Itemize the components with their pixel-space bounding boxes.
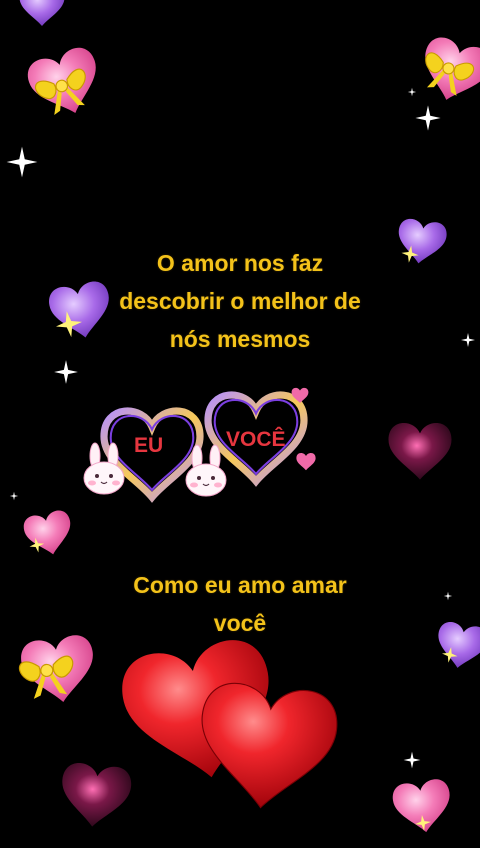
quote-top: O amor nos faz descobrir o melhor de nós… (0, 244, 480, 358)
background-scene (6, 0, 480, 837)
bunny-icon (185, 444, 227, 497)
sparkle-icon (9, 491, 19, 501)
heart-icon (57, 761, 133, 831)
heart-gift-icon (18, 633, 99, 708)
quote-top-line-2: descobrir o melhor de (119, 288, 361, 314)
sparkle-icon (403, 751, 421, 769)
frame-label-eu: EU (134, 434, 164, 457)
quote-top-line-1: O amor nos faz (156, 250, 324, 276)
heart-icon (390, 777, 455, 837)
sparkle-icon (54, 360, 78, 384)
sparkle-icon (6, 146, 38, 178)
quote-bottom-line-2: você (213, 610, 267, 636)
sparkle-icon (407, 87, 417, 97)
heart-icon (388, 423, 452, 480)
quote-bottom: Como eu amo amar você (0, 566, 480, 642)
quote-bottom-line-1: Como eu amo amar (133, 572, 347, 598)
heart-icon (21, 508, 77, 560)
heart-gift-icon (23, 43, 109, 124)
quote-top-line-3: nós mesmos (169, 326, 311, 352)
red-heart-icon (192, 678, 342, 816)
heart-icon (296, 453, 316, 471)
frame-label-voce: VOCÊ (226, 428, 286, 451)
heart-icon (19, 0, 65, 26)
sparkle-icon (415, 105, 441, 131)
heart-gift-icon (414, 33, 480, 109)
